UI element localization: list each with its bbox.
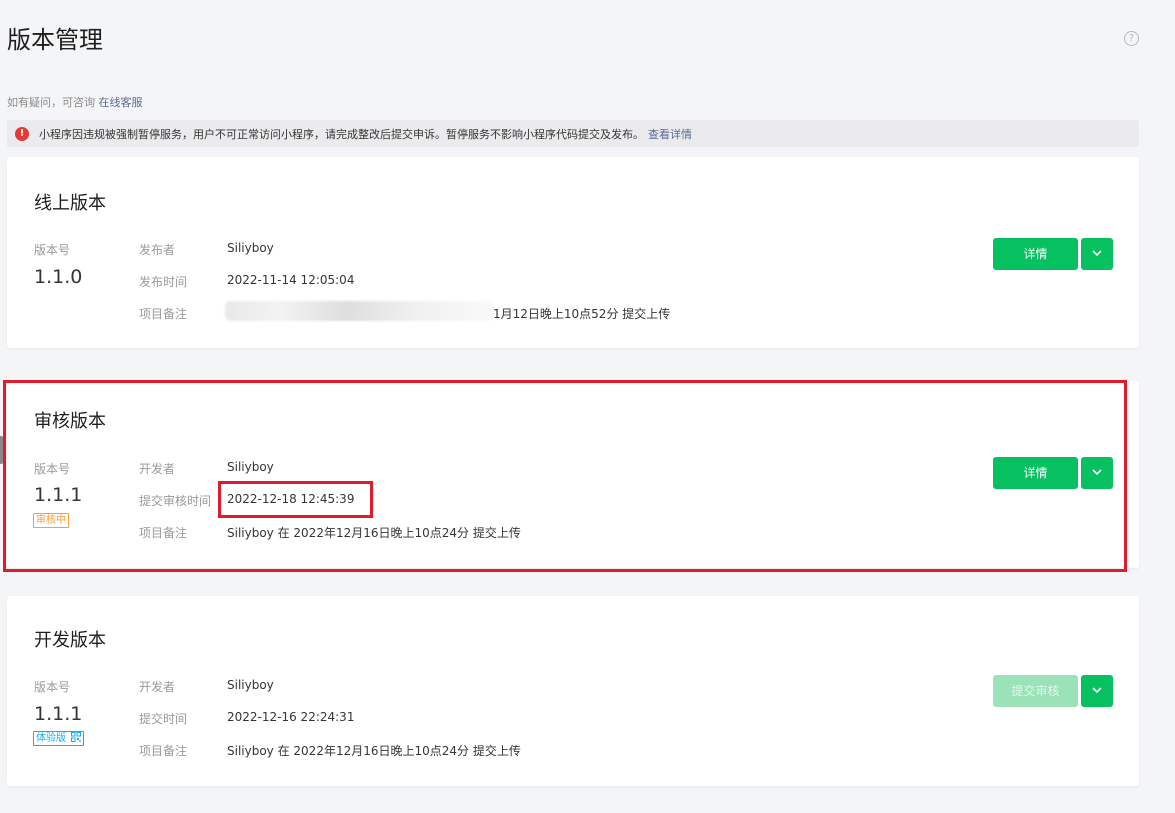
online-service-link[interactable]: 在线客服 xyxy=(99,96,143,109)
publish-time-value: 2022-11-14 12:05:04 xyxy=(227,273,355,287)
dev-version-card: 开发版本 版本号 1.1.1 体验版 开发者 Siliyboy 提交时间 202… xyxy=(7,596,1139,786)
online-details-button[interactable]: 详情 xyxy=(993,238,1078,270)
submit-review-button[interactable]: 提交审核 xyxy=(993,675,1078,707)
online-note-value: 1月12日晚上10点52分 提交上传 xyxy=(493,307,671,321)
publish-time-label: 发布时间 xyxy=(139,275,188,289)
note-label: 项目备注 xyxy=(139,744,188,758)
redacted-note-blur xyxy=(225,301,495,321)
submit-time-value: 2022-12-16 22:24:31 xyxy=(227,710,355,724)
online-more-dropdown[interactable] xyxy=(1081,238,1113,270)
help-icon[interactable]: ? xyxy=(1124,31,1139,46)
publisher-value: Siliyboy xyxy=(227,241,274,255)
review-time-highlight xyxy=(218,481,373,518)
version-number-label: 版本号 xyxy=(34,680,71,694)
suspension-notice: ! 小程序因违规被强制暂停服务，用户不可正常访问小程序，请完成整改后提交申诉。暂… xyxy=(7,120,1139,147)
submit-time-label: 提交时间 xyxy=(139,712,188,726)
warning-icon: ! xyxy=(15,126,29,141)
trial-badge[interactable]: 体验版 xyxy=(33,731,85,746)
view-details-link[interactable]: 查看详情 xyxy=(648,126,692,142)
note-label: 项目备注 xyxy=(139,307,188,321)
dev-more-dropdown[interactable] xyxy=(1081,675,1113,707)
qr-code-icon xyxy=(71,732,82,742)
chevron-down-icon xyxy=(1092,250,1102,257)
developer-label: 开发者 xyxy=(139,680,176,694)
notice-text: 小程序因违规被强制暂停服务，用户不可正常访问小程序，请完成整改后提交申诉。暂停服… xyxy=(39,127,644,141)
developer-value: Siliyboy xyxy=(227,678,274,692)
dev-version-number: 1.1.1 xyxy=(34,703,83,725)
contact-line: 如有疑问，可咨询 在线客服 xyxy=(7,94,143,110)
version-number-label: 版本号 xyxy=(34,243,71,257)
dev-note-value: Siliyboy 在 2022年12月16日晚上10点24分 提交上传 xyxy=(227,744,521,758)
page-title: 版本管理 xyxy=(7,26,103,54)
online-version-title: 线上版本 xyxy=(34,193,106,214)
online-version-number: 1.1.0 xyxy=(34,266,83,288)
publisher-label: 发布者 xyxy=(139,243,176,257)
online-version-card: 线上版本 版本号 1.1.0 发布者 Siliyboy 发布时间 2022-11… xyxy=(7,157,1139,348)
review-card-highlight xyxy=(3,380,1127,572)
chevron-down-icon xyxy=(1092,687,1102,694)
trial-badge-label: 体验版 xyxy=(36,733,66,744)
dev-version-title: 开发版本 xyxy=(34,630,106,651)
contact-prefix: 如有疑问，可咨询 xyxy=(7,96,95,109)
